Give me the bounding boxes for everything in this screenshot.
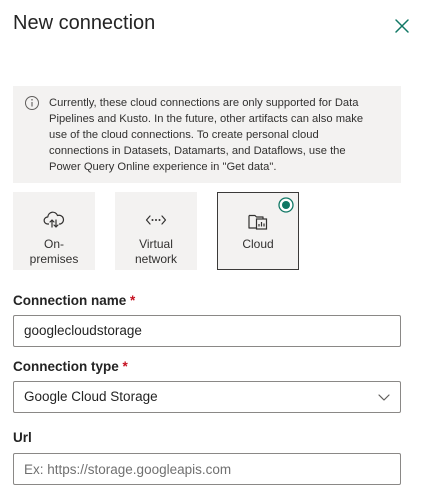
tile-on-premises[interactable]: On- premises xyxy=(13,192,95,270)
info-text-line: Power Query Online experience in "Get da… xyxy=(49,161,277,173)
info-message: Currently, these cloud connections are o… xyxy=(13,86,401,183)
close-button[interactable] xyxy=(392,16,412,36)
info-text-line: Currently, these cloud connections are o… xyxy=(49,97,359,109)
url-label: Url xyxy=(13,430,32,445)
tile-virtual-network[interactable]: Virtual network xyxy=(115,192,197,270)
tile-label: On- xyxy=(43,237,64,251)
url-label-text: Url xyxy=(13,430,32,445)
connection-name-label: Connection name * xyxy=(13,293,135,308)
connection-type-label-text: Connection type xyxy=(13,359,119,374)
connection-type-label: Connection type * xyxy=(13,359,128,374)
connection-name-label-text: Connection name xyxy=(13,293,127,308)
page-title: New connection xyxy=(13,12,156,34)
connection-name-input[interactable]: googlecloudstorage xyxy=(13,315,401,347)
tile-label: Cloud xyxy=(242,237,274,251)
tile-label: Virtual xyxy=(139,237,173,251)
connection-type-dropdown[interactable]: Google Cloud Storage xyxy=(13,381,401,413)
cloud-upload-icon xyxy=(43,211,65,228)
tile-label: network xyxy=(134,252,178,266)
url-input[interactable] xyxy=(13,453,401,485)
info-icon xyxy=(25,96,39,110)
cloud-folder-icon xyxy=(248,214,268,230)
required-mark: * xyxy=(130,293,136,308)
required-mark: * xyxy=(122,359,128,374)
connection-type-value: Google Cloud Storage xyxy=(24,389,158,404)
info-text-line: connections in Datasets, Datamarts, and … xyxy=(49,145,346,157)
info-text-line: Pipelines and Kusto. In the future, othe… xyxy=(49,113,364,125)
chevron-down-icon xyxy=(378,394,390,401)
info-text-line: use of the cloud connections. To create … xyxy=(49,129,319,141)
radio-selected-icon xyxy=(278,197,294,213)
close-icon xyxy=(395,19,409,33)
network-icon xyxy=(145,215,167,225)
tile-cloud[interactable]: Cloud xyxy=(217,192,299,270)
tile-label: premises xyxy=(29,252,79,266)
